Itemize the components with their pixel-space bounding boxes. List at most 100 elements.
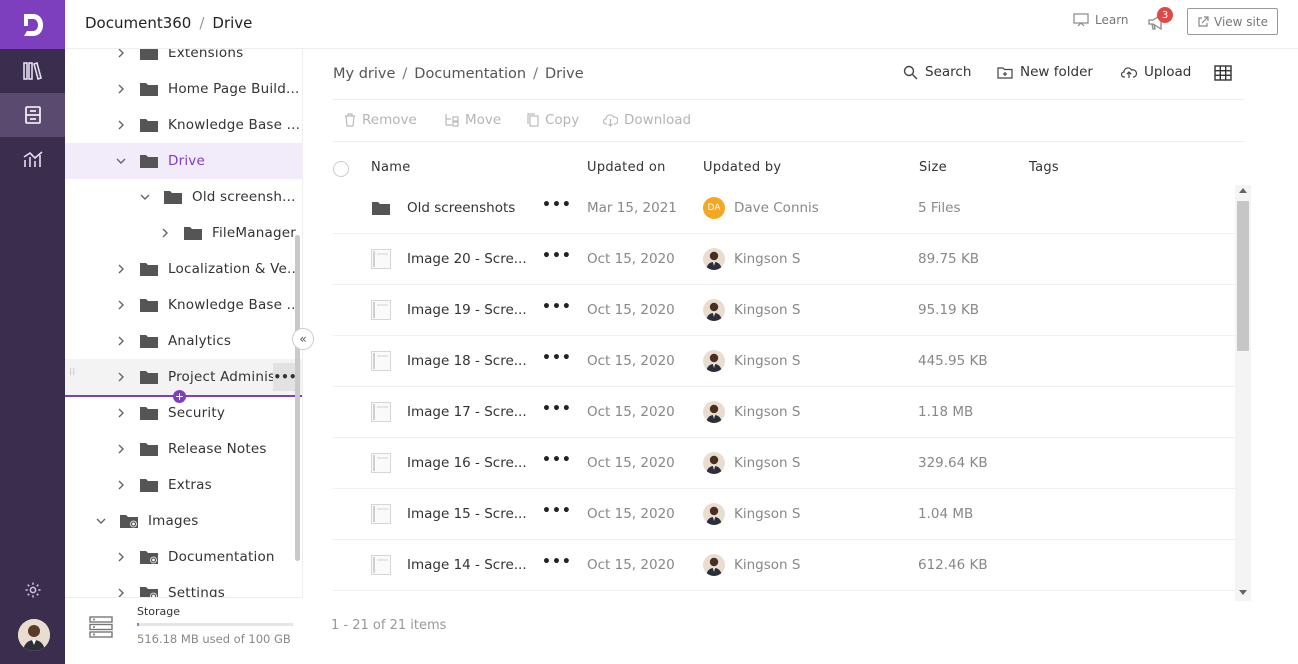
- row-more-options-icon[interactable]: •••: [542, 299, 572, 315]
- trash-icon: [345, 113, 355, 127]
- download-button[interactable]: Download: [603, 112, 691, 128]
- document360-logo[interactable]: [0, 0, 65, 49]
- chevron-right-icon[interactable]: [113, 300, 129, 310]
- chevron-right-icon[interactable]: [113, 480, 129, 490]
- chevron-right-icon[interactable]: [113, 408, 129, 418]
- updated-by: Kingson S: [734, 404, 801, 420]
- copy-button[interactable]: Copy: [527, 112, 579, 128]
- chevron-right-icon[interactable]: [113, 49, 129, 58]
- upload-button[interactable]: Upload: [1121, 64, 1191, 80]
- column-size[interactable]: Size: [919, 160, 947, 175]
- sidebar-folder-item[interactable]: Drive: [65, 143, 302, 179]
- row-more-options-icon[interactable]: •••: [542, 350, 572, 366]
- nav-drive-icon[interactable]: [0, 93, 65, 137]
- row-more-options-icon[interactable]: •••: [542, 452, 572, 468]
- server-storage-icon: [89, 616, 113, 642]
- sidebar-folder-item[interactable]: Old screensh...: [65, 179, 302, 215]
- file-name[interactable]: Image 20 - Scre...: [407, 251, 527, 267]
- sidebar-folder-label: Extras: [168, 477, 212, 493]
- chevron-right-icon[interactable]: [113, 444, 129, 454]
- table-row[interactable]: Image 18 - Scre... ••• Oct 15, 2020 Kingson…: [333, 336, 1236, 387]
- sidebar-folder-label: Localization & Ve...: [168, 261, 301, 277]
- table-row[interactable]: Image 17 - Scre... ••• Oct 15, 2020 Kingson…: [333, 387, 1236, 438]
- project-name[interactable]: Document360: [85, 14, 191, 32]
- nav-documentation-icon[interactable]: [0, 49, 65, 93]
- table-row[interactable]: Image 20 - Scre... ••• Oct 15, 2020 Kingson…: [333, 234, 1236, 285]
- sidebar-scrollbar[interactable]: [295, 235, 300, 561]
- view-site-button[interactable]: View site: [1187, 8, 1278, 35]
- chevron-right-icon[interactable]: [113, 588, 129, 597]
- search-button[interactable]: Search: [903, 64, 971, 80]
- sidebar-folder-item[interactable]: Documentation: [65, 539, 302, 575]
- sidebar-folder-label: Release Notes: [168, 441, 267, 457]
- row-more-options-icon[interactable]: •••: [542, 401, 572, 417]
- external-link-icon: [1198, 15, 1209, 27]
- scroll-up-arrow-icon[interactable]: [1239, 188, 1247, 193]
- sidebar-folder-item[interactable]: FileManager: [65, 215, 302, 251]
- chevron-down-icon[interactable]: [113, 158, 129, 165]
- chevron-right-icon[interactable]: [113, 552, 129, 562]
- sidebar-folder-item[interactable]: Knowledge Base ...: [65, 107, 302, 143]
- file-name[interactable]: Image 14 - Scre...: [407, 557, 527, 573]
- table-row[interactable]: Image 15 - Scre... ••• Oct 15, 2020 Kingson…: [333, 489, 1236, 540]
- sidebar-folder-item[interactable]: Settings: [65, 575, 302, 597]
- grid-view-icon[interactable]: [1214, 65, 1232, 81]
- folder-icon: [139, 261, 159, 277]
- file-list-scrollbar[interactable]: [1235, 185, 1251, 601]
- chevron-right-icon[interactable]: [113, 120, 129, 130]
- chevron-down-icon[interactable]: [93, 518, 109, 525]
- row-more-options-icon[interactable]: •••: [542, 503, 572, 519]
- nav-analytics-icon[interactable]: [0, 137, 65, 181]
- collapse-sidebar-icon[interactable]: «: [292, 328, 314, 350]
- row-more-options-icon[interactable]: •••: [542, 554, 572, 570]
- sidebar-folder-item[interactable]: Analytics: [65, 323, 302, 359]
- table-row[interactable]: Image 14 - Scre... ••• Oct 15, 2020 Kingson…: [333, 540, 1236, 591]
- image-file-thumbnail-icon: [370, 452, 392, 478]
- select-all-checkbox[interactable]: [333, 161, 349, 177]
- table-row[interactable]: Image 16 - Scre... ••• Oct 15, 2020 Kingson…: [333, 438, 1236, 489]
- learn-button[interactable]: Learn: [1073, 13, 1129, 27]
- file-name[interactable]: Old screenshots: [407, 200, 515, 216]
- chevron-down-icon[interactable]: [137, 194, 153, 201]
- column-updated-by[interactable]: Updated by: [703, 160, 781, 175]
- scroll-down-arrow-icon[interactable]: [1239, 590, 1247, 595]
- sidebar-folder-item[interactable]: ⁞⁞ Project Adminis •••: [65, 359, 302, 395]
- sidebar-folder-item[interactable]: Release Notes: [65, 431, 302, 467]
- row-more-options-icon[interactable]: •••: [542, 197, 572, 213]
- table-row[interactable]: Old screenshots ••• Mar 15, 2021 DA Dave Con…: [333, 183, 1236, 234]
- chevron-right-icon[interactable]: [113, 84, 129, 94]
- sidebar-folder-item[interactable]: Extensions: [65, 49, 302, 71]
- user-avatar: [703, 503, 725, 525]
- chevron-right-icon[interactable]: [157, 228, 173, 238]
- sidebar-folder-item[interactable]: Images: [65, 503, 302, 539]
- chevron-right-icon[interactable]: [113, 264, 129, 274]
- column-updated-on[interactable]: Updated on: [587, 160, 666, 175]
- updated-by: Kingson S: [734, 353, 801, 369]
- breadcrumb-my-drive[interactable]: My drive: [333, 66, 395, 82]
- file-name[interactable]: Image 15 - Scre...: [407, 506, 527, 522]
- file-name[interactable]: Image 19 - Scre...: [407, 302, 527, 318]
- column-name[interactable]: Name: [371, 160, 411, 175]
- sidebar-folder-item[interactable]: Knowledge Base ...: [65, 287, 302, 323]
- table-header: Name Updated on Updated by Size Tags: [333, 149, 1253, 185]
- sidebar-folder-item[interactable]: Localization & Ve...: [65, 251, 302, 287]
- new-folder-button[interactable]: New folder: [997, 64, 1093, 80]
- sidebar-folder-item[interactable]: Home Page Build...: [65, 71, 302, 107]
- row-more-options-icon[interactable]: •••: [542, 248, 572, 264]
- chevron-right-icon[interactable]: [113, 336, 129, 346]
- file-name[interactable]: Image 17 - Scre...: [407, 404, 527, 420]
- user-avatar[interactable]: [18, 619, 50, 651]
- file-name[interactable]: Image 18 - Scre...: [407, 353, 527, 369]
- chevron-right-icon[interactable]: [113, 372, 129, 382]
- drag-handle-icon[interactable]: ⁞⁞: [69, 368, 79, 384]
- settings-gear-icon[interactable]: [0, 570, 65, 610]
- remove-button[interactable]: Remove: [344, 112, 417, 128]
- sidebar-folder-item[interactable]: Extras: [65, 467, 302, 503]
- move-button[interactable]: Move: [445, 112, 501, 128]
- breadcrumb-documentation[interactable]: Documentation: [414, 66, 526, 82]
- table-row[interactable]: Image 19 - Scre... ••• Oct 15, 2020 Kingson…: [333, 285, 1236, 336]
- folder-more-options-icon[interactable]: •••: [273, 363, 297, 391]
- file-name[interactable]: Image 16 - Scre...: [407, 455, 527, 471]
- scrollbar-thumb[interactable]: [1237, 201, 1249, 351]
- sidebar-folder-label: Security: [168, 405, 226, 421]
